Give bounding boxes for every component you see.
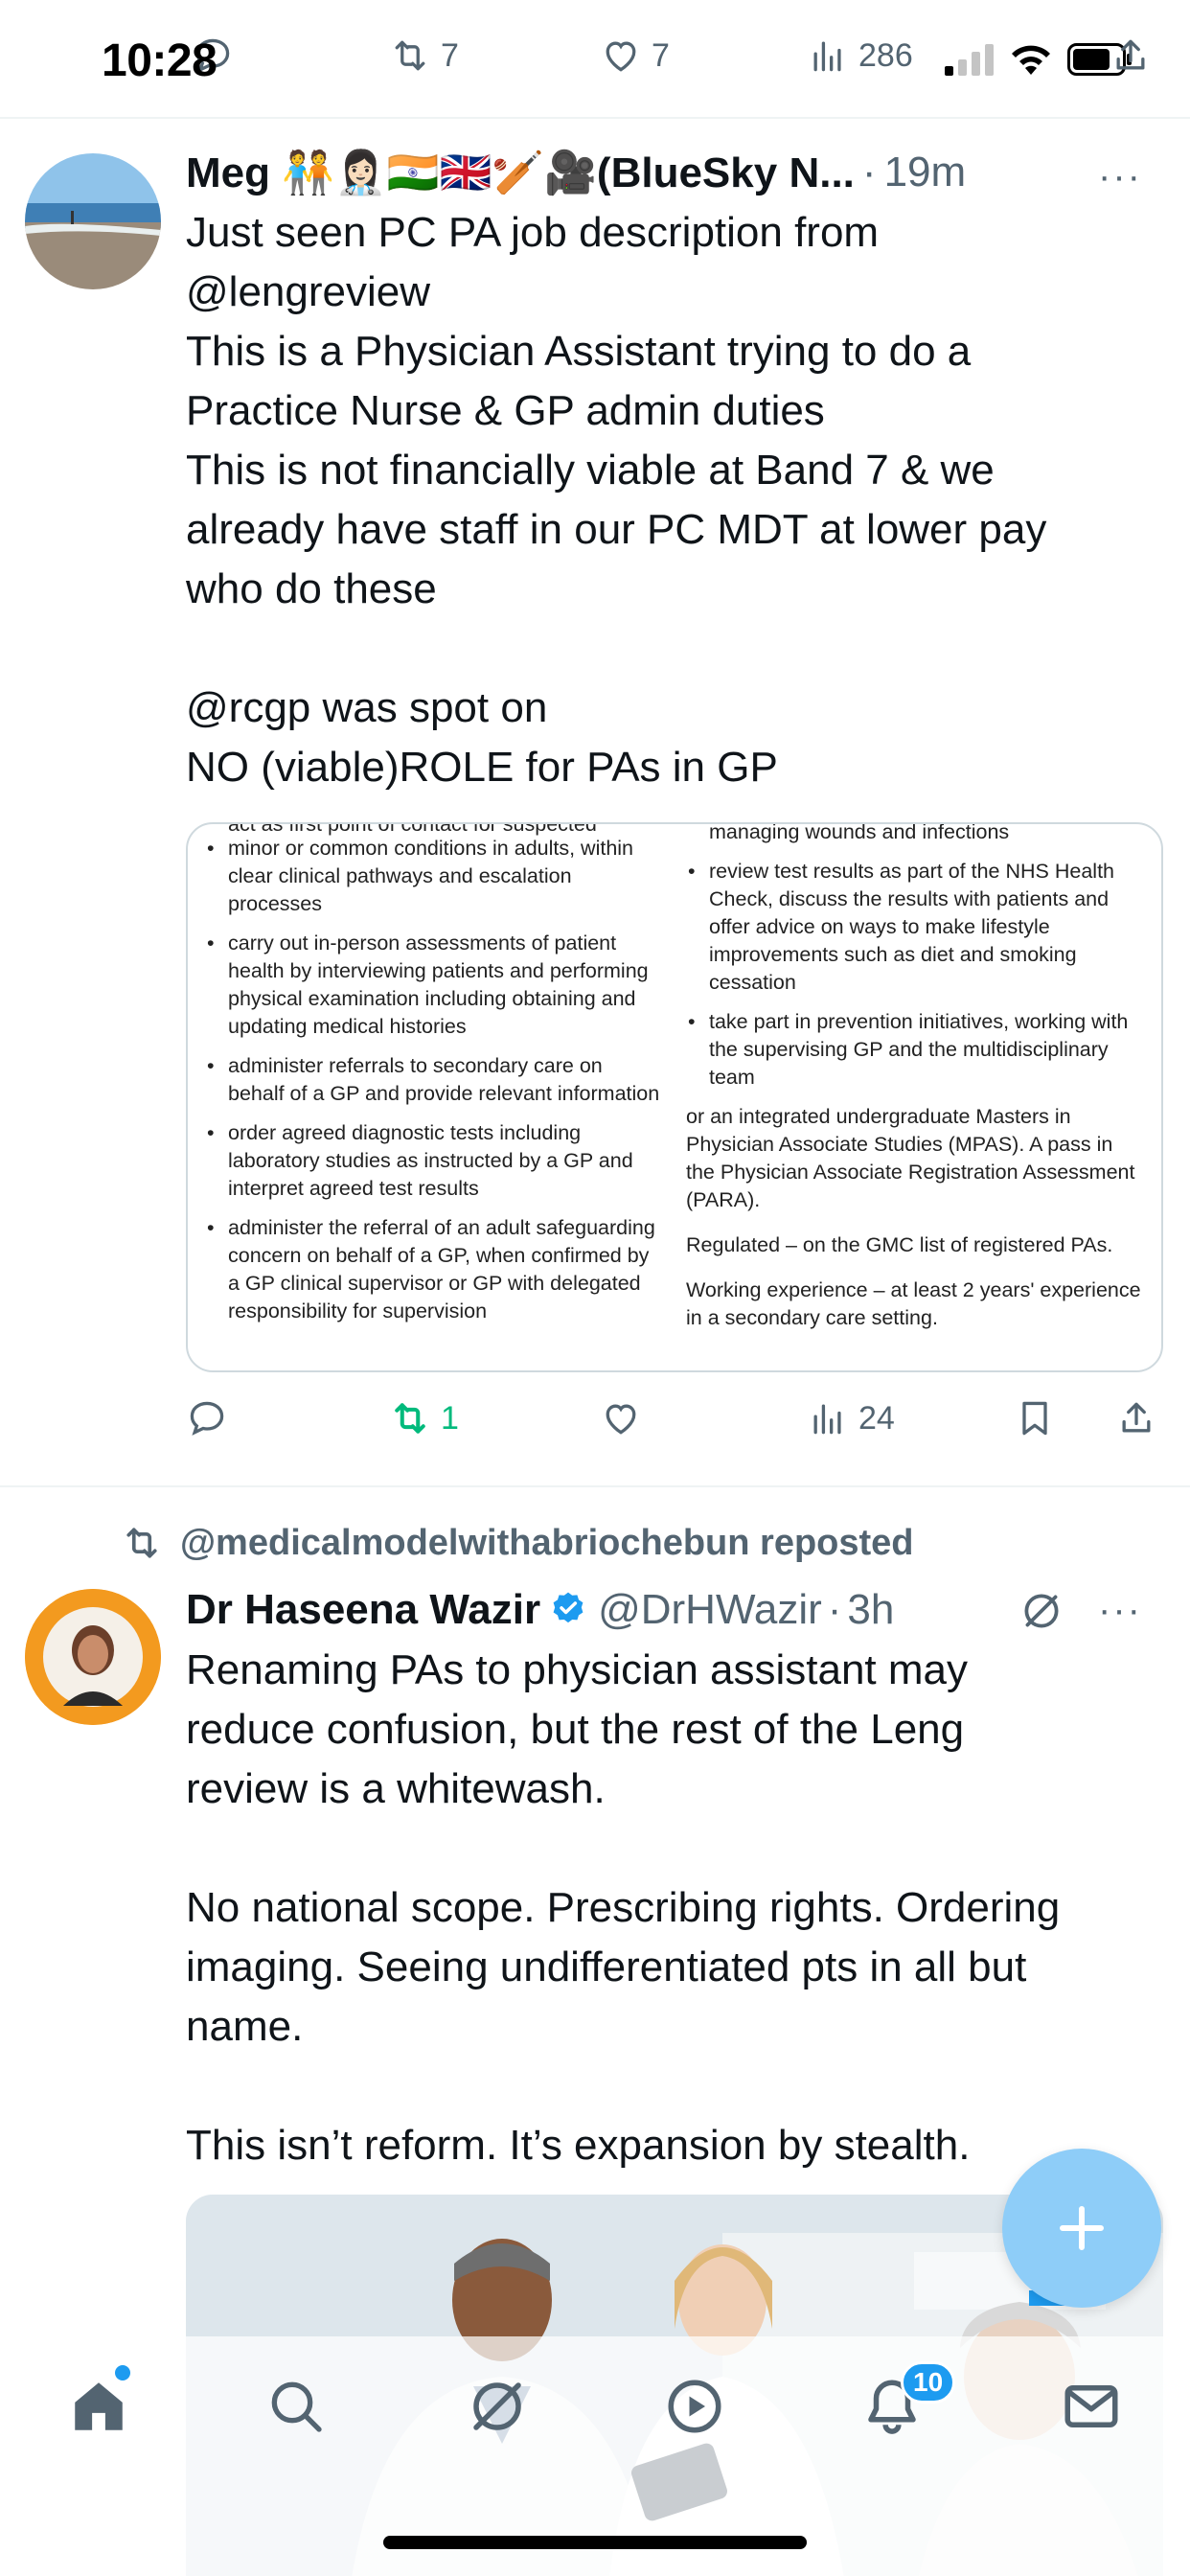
verified-badge-icon — [553, 1592, 584, 1623]
share-button[interactable] — [1115, 1397, 1157, 1439]
reply-icon — [190, 1401, 224, 1436]
more-options-button[interactable]: ··· — [1098, 1589, 1142, 1632]
display-name[interactable]: Dr Haseena Wazir — [186, 1586, 540, 1634]
search-icon — [271, 2381, 322, 2432]
repost-icon — [395, 1403, 425, 1434]
avatar-haseena[interactable] — [25, 1589, 161, 1725]
share-icon — [1122, 1402, 1151, 1433]
views-count: 286 — [858, 36, 913, 74]
home-notification-dot — [115, 2365, 130, 2380]
compose-post-button[interactable] — [1002, 2149, 1161, 2308]
repost-button[interactable]: 7 — [389, 34, 459, 77]
like-count: 7 — [652, 36, 670, 74]
plus-icon — [1060, 2206, 1104, 2250]
views-icon — [813, 1404, 841, 1435]
bookmark-icon — [1022, 1401, 1047, 1436]
doc-right-paragraph: Regulated – on the GMC list of registere… — [686, 1233, 1113, 1256]
doc-left-list: minor or common conditions in adults, wi… — [205, 835, 663, 1325]
repost-count: 1 — [441, 1399, 459, 1437]
heart-icon — [606, 1404, 636, 1435]
nav-home[interactable] — [65, 2373, 132, 2440]
avatar-meg[interactable] — [25, 153, 161, 289]
tweet-body: Meg 🧑‍🤝‍🧑👩🏻‍⚕️🇮🇳🇬🇧🏏🎥(BlueSky N... · 19m … — [186, 142, 1165, 797]
home-icon — [75, 2382, 123, 2430]
bookmark-button[interactable] — [1014, 1397, 1056, 1439]
repost-icon — [126, 1528, 157, 1558]
tweet-header: Meg 🧑‍🤝‍🧑👩🏻‍⚕️🇮🇳🇬🇧🏏🎥(BlueSky N... · 19m — [186, 142, 1165, 203]
cellular-signal-icon — [945, 44, 994, 76]
notification-count-badge: 10 — [901, 2361, 956, 2404]
doc-left-bullet: minor or common conditions in adults, wi… — [205, 835, 663, 918]
timestamp[interactable]: 19m — [884, 149, 967, 196]
grok-icon — [473, 2382, 521, 2430]
doc-left-bullet: administer the referral of an adult safe… — [205, 1214, 663, 1325]
views-button[interactable]: 286 — [807, 34, 913, 77]
separator-dot: · — [861, 149, 877, 196]
display-name[interactable]: Meg 🧑‍🤝‍🧑👩🏻‍⚕️🇮🇳🇬🇧🏏🎥(BlueSky N... — [186, 148, 855, 197]
profile-avatar-image — [25, 1589, 161, 1725]
doc-right-bullet: take part in prevention initiatives, wor… — [686, 1008, 1146, 1092]
share-icon — [1116, 39, 1145, 70]
video-icon — [668, 2380, 721, 2433]
repost-icon — [395, 40, 425, 71]
tweet-meg[interactable]: Meg 🧑‍🤝‍🧑👩🏻‍⚕️🇮🇳🇬🇧🏏🎥(BlueSky N... · 19m … — [0, 119, 1190, 1487]
nav-search[interactable] — [263, 2373, 330, 2440]
user-handle[interactable]: @DrHWazir — [598, 1586, 822, 1634]
like-button[interactable]: 7 — [600, 34, 670, 77]
repost-context[interactable]: @medicalmodelwithabriochebun reposted — [121, 1522, 914, 1564]
doc-right-paragraph: or an integrated undergraduate Masters i… — [686, 1105, 1135, 1211]
status-time: 10:28 — [102, 35, 217, 86]
mail-icon — [1064, 2385, 1118, 2427]
timestamp[interactable]: 3h — [847, 1586, 894, 1634]
doc-left-bullet: order agreed diagnostic tests including … — [205, 1119, 663, 1203]
doc-right-bullet: review test results as part of the NHS H… — [686, 858, 1146, 997]
tweet-body: Dr Haseena Wazir @DrHWazir · 3h ··· Rena… — [186, 1579, 1165, 2175]
nav-video[interactable] — [661, 2373, 728, 2440]
status-icons — [945, 42, 1133, 77]
home-indicator[interactable] — [383, 2536, 807, 2549]
nav-messages[interactable] — [1058, 2373, 1125, 2440]
views-count: 24 — [858, 1399, 895, 1437]
reply-button[interactable] — [186, 1397, 228, 1439]
tweet-text: Renaming PAs to physician assistant may … — [186, 1646, 1061, 2169]
doc-left-bullet: carry out in-person assessments of patie… — [205, 930, 663, 1041]
share-button-top[interactable] — [1110, 34, 1152, 77]
views-button[interactable]: 24 — [807, 1397, 895, 1439]
tweet-text: Just seen PC PA job description from @le… — [186, 209, 1047, 791]
repost-button[interactable]: 1 — [389, 1397, 459, 1439]
doc-right-column: managing wounds and infections review te… — [686, 822, 1146, 1349]
more-options-button[interactable]: ··· — [1098, 155, 1142, 198]
views-icon — [813, 41, 841, 72]
tweet-image-document[interactable]: act as first point of contact for suspec… — [186, 822, 1163, 1372]
doc-right-fragment: managing wounds and infections — [709, 822, 1010, 843]
doc-left-bullet: administer referrals to secondary care o… — [205, 1052, 663, 1108]
nav-grok[interactable] — [464, 2373, 531, 2440]
separator-dot: · — [827, 1586, 842, 1633]
doc-right-paragraph: Working experience – at least 2 years' e… — [686, 1278, 1141, 1329]
repost-count: 7 — [441, 36, 459, 74]
like-button[interactable] — [600, 1397, 642, 1439]
heart-icon — [606, 41, 636, 72]
top-area: 7 7 286 10:28 — [0, 0, 1190, 119]
reposted-by-label: @medicalmodelwithabriochebun reposted — [180, 1522, 914, 1563]
doc-left-column: act as first point of contact for suspec… — [205, 824, 663, 1337]
wifi-icon — [1012, 45, 1050, 75]
grok-icon[interactable] — [1018, 1587, 1065, 1635]
doc-right-list: review test results as part of the NHS H… — [686, 858, 1146, 1092]
beach-avatar-image — [25, 153, 161, 289]
